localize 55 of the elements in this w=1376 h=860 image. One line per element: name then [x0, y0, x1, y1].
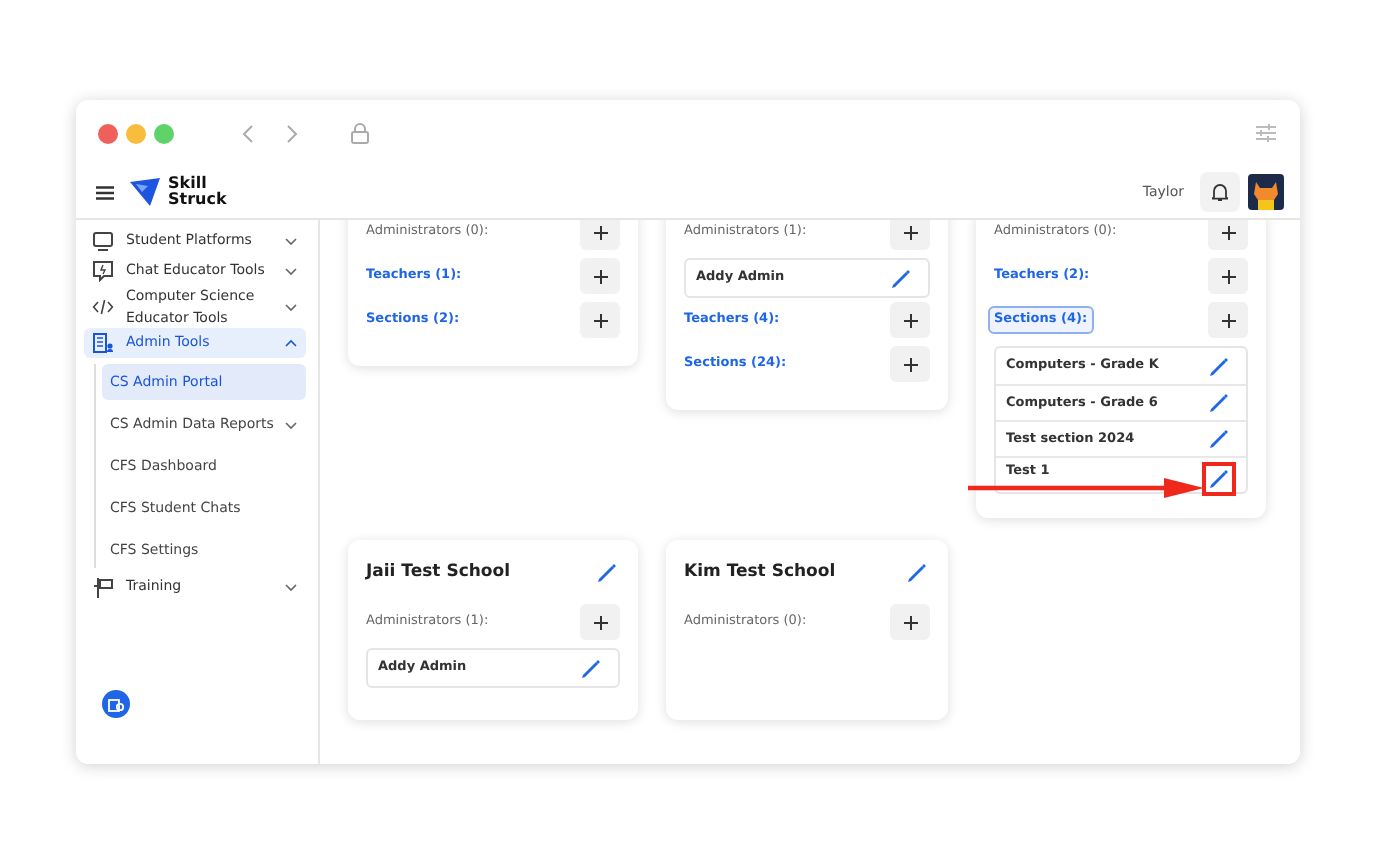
- chevron-down-icon: [284, 419, 298, 429]
- add-button[interactable]: [580, 604, 620, 640]
- add-button[interactable]: [890, 346, 930, 382]
- building-icon: [108, 697, 124, 711]
- plus-icon: [1221, 225, 1235, 239]
- add-button[interactable]: [1208, 302, 1248, 338]
- chat-icon: [92, 260, 114, 282]
- pencil-icon: [596, 561, 618, 583]
- avatar-image[interactable]: [1248, 174, 1284, 210]
- plus-icon: [593, 225, 607, 239]
- signpost-icon: [92, 576, 114, 598]
- edit-button[interactable]: [594, 559, 620, 585]
- add-button[interactable]: [890, 302, 930, 338]
- plus-icon: [903, 357, 917, 371]
- plus-icon: [903, 225, 917, 239]
- add-button[interactable]: [580, 302, 620, 338]
- highlighted-edit-button[interactable]: [1202, 462, 1236, 496]
- minimize-window-dot[interactable]: [126, 123, 146, 143]
- settings-sliders-icon[interactable]: [1256, 124, 1276, 142]
- logo-icon: [130, 178, 160, 206]
- lock-icon: [350, 122, 370, 144]
- add-button[interactable]: [1208, 220, 1248, 250]
- pencil-icon: [906, 561, 928, 583]
- plus-icon: [593, 269, 607, 283]
- add-button[interactable]: [890, 220, 930, 250]
- pencil-icon: [890, 267, 912, 289]
- logo-text: Struck: [168, 192, 227, 208]
- school-name: Jaii Test School: [366, 559, 511, 585]
- pencil-icon: [1208, 468, 1230, 490]
- edit-button[interactable]: [904, 559, 930, 585]
- plus-icon: [903, 313, 917, 327]
- pencil-icon: [1208, 392, 1230, 414]
- logo-text: Skill: [168, 176, 207, 192]
- pencil-icon: [1208, 428, 1230, 450]
- bell-icon: [1212, 182, 1228, 202]
- close-window-dot[interactable]: [98, 123, 118, 143]
- plus-icon: [1221, 269, 1235, 283]
- school-name: Kim Test School: [684, 559, 836, 585]
- plus-icon: [593, 615, 607, 629]
- add-button[interactable]: [890, 604, 930, 640]
- building-icon: [92, 332, 114, 354]
- notifications-button[interactable]: [1200, 172, 1240, 212]
- plus-icon: [1221, 313, 1235, 327]
- pencil-icon: [580, 657, 602, 679]
- add-button[interactable]: [1208, 258, 1248, 294]
- code-icon: [92, 296, 114, 318]
- plus-icon: [903, 615, 917, 629]
- add-button[interactable]: [580, 258, 620, 294]
- maximize-window-dot[interactable]: [154, 123, 174, 143]
- pencil-icon: [1208, 355, 1230, 377]
- floating-action-button[interactable]: [102, 690, 130, 718]
- plus-icon: [593, 313, 607, 327]
- add-button[interactable]: [580, 220, 620, 250]
- monitor-icon: [92, 230, 114, 252]
- menu-icon[interactable]: [96, 185, 114, 199]
